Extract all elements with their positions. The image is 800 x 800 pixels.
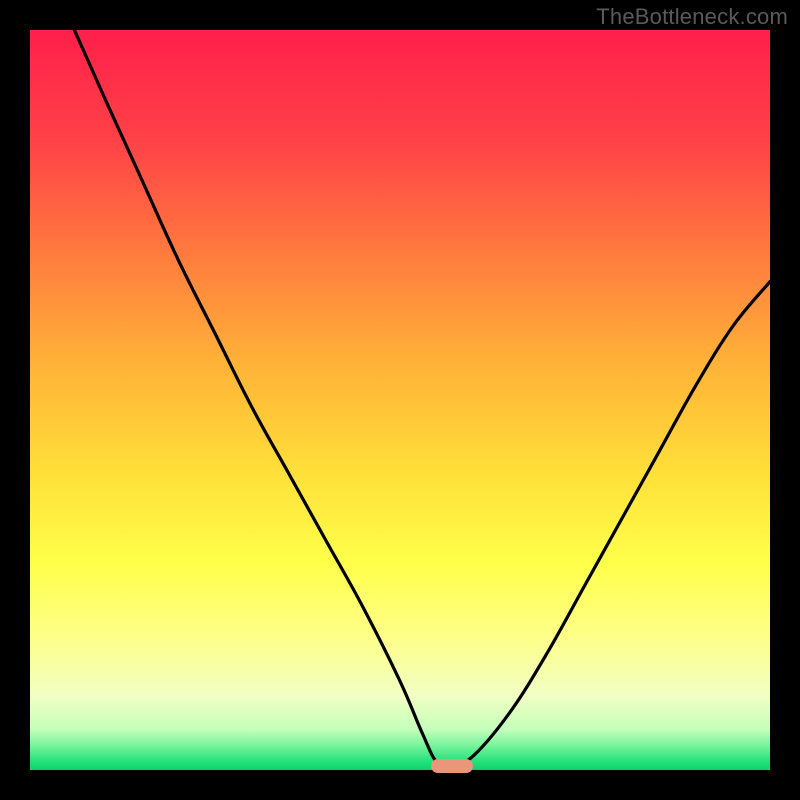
watermark-label: TheBottleneck.com [596,4,788,30]
bottleneck-curve [30,30,770,770]
chart-container: TheBottleneck.com [0,0,800,800]
plot-area [30,30,770,770]
optimal-marker [431,759,473,773]
